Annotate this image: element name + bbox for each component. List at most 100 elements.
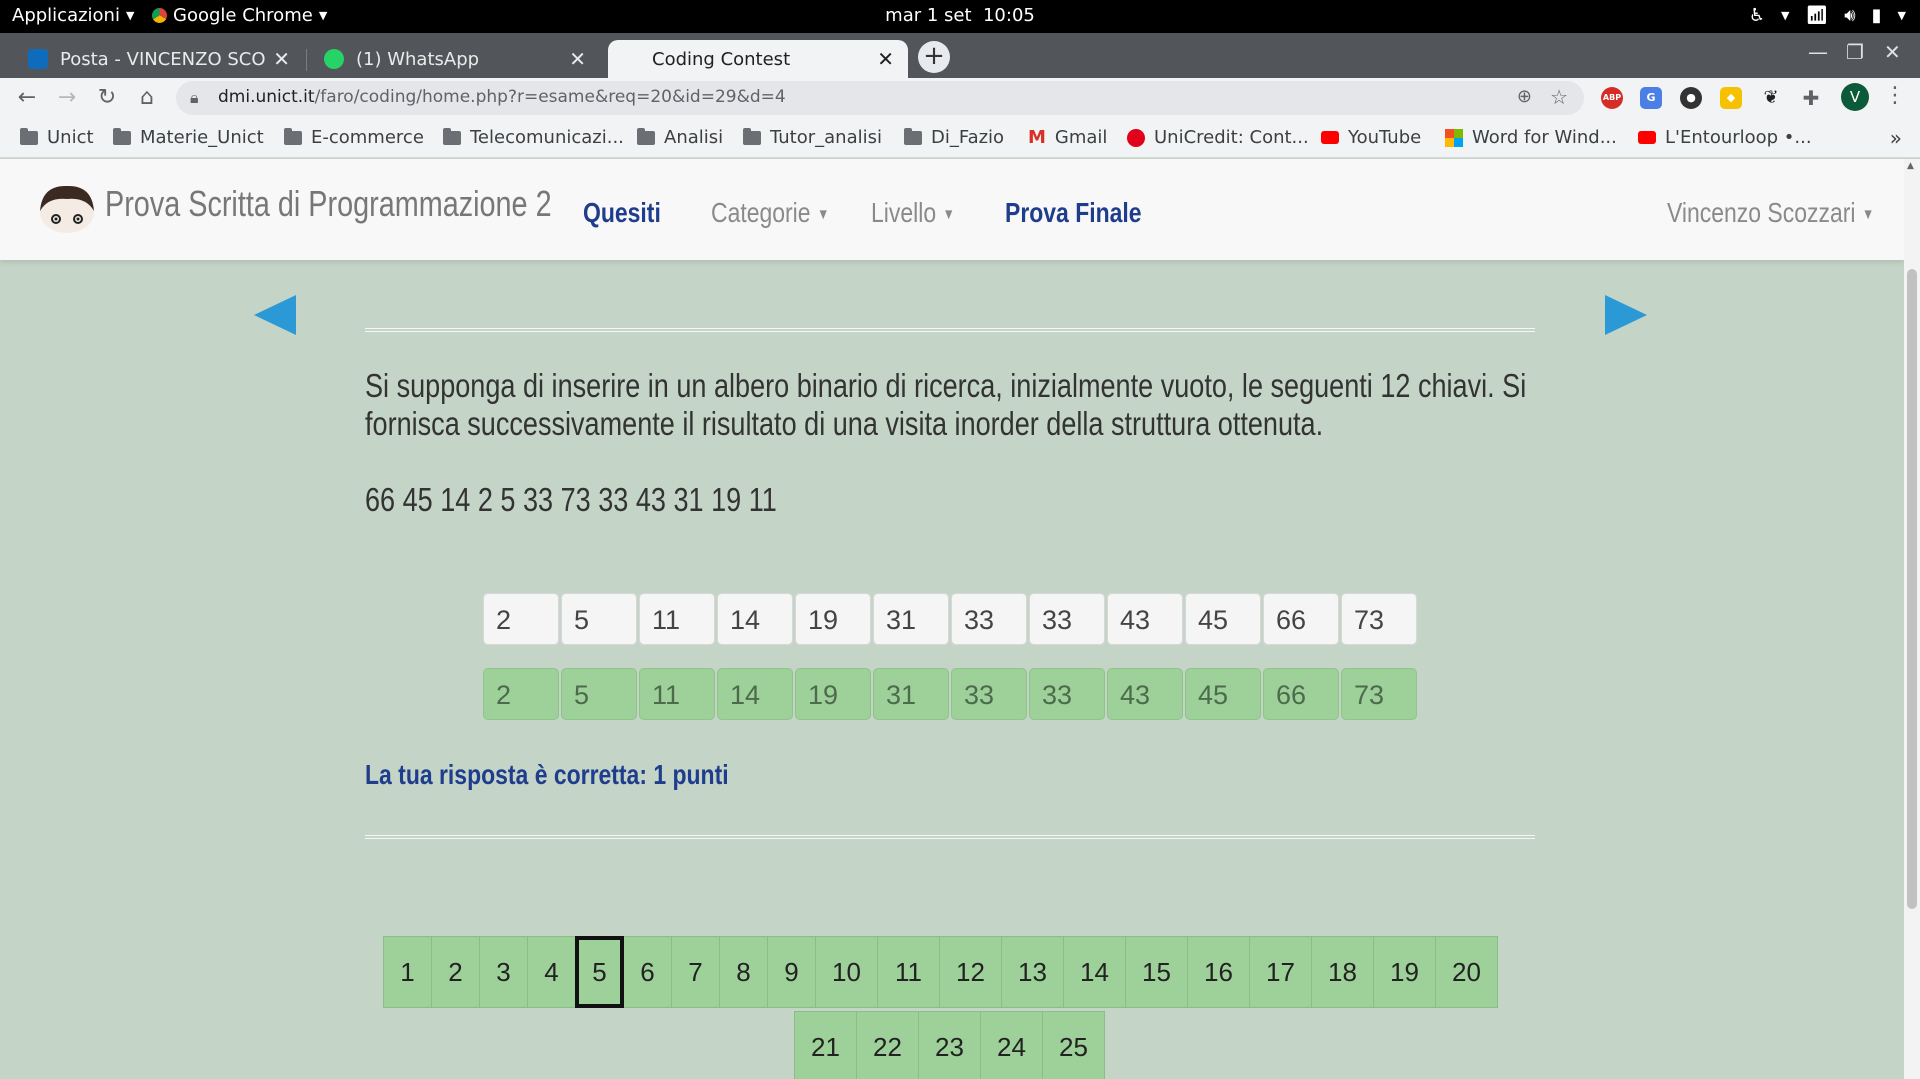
bookmark-tutor-analisi[interactable]: Tutor_analisi: [743, 127, 882, 148]
logo-icon[interactable]: [38, 183, 96, 233]
page-link[interactable]: 13: [1001, 936, 1064, 1008]
next-question-icon[interactable]: [1605, 295, 1647, 335]
answer-cell[interactable]: 5: [561, 593, 637, 645]
page-link[interactable]: 19: [1373, 936, 1436, 1008]
page-link[interactable]: 1: [383, 936, 432, 1008]
address-bar[interactable]: 🔒︎ dmi.unict.it/faro/coding/home.php?r=e…: [176, 81, 1584, 115]
close-tab-icon[interactable]: ✕: [877, 47, 894, 71]
extension-icon[interactable]: ●: [1680, 87, 1702, 109]
bookmark-e-commerce[interactable]: E-commerce: [284, 127, 424, 148]
system-tray[interactable]: ♿︎ ▼ 📶︎ 🔊︎ ▮ ▼: [1749, 5, 1906, 26]
page-link[interactable]: 23: [918, 1011, 981, 1079]
clock[interactable]: mar 1 set 10:05: [0, 5, 1920, 26]
bookmark-youtube[interactable]: YouTube: [1321, 127, 1421, 148]
scrollbar-thumb[interactable]: [1907, 269, 1917, 909]
page-link[interactable]: 20: [1435, 936, 1498, 1008]
adblock-icon[interactable]: ABP: [1601, 87, 1623, 109]
page-link[interactable]: 11: [877, 936, 940, 1008]
page-link[interactable]: 7: [671, 936, 720, 1008]
tab-whatsapp[interactable]: (1) WhatsApp ✕: [310, 40, 600, 78]
extension-icon[interactable]: ◆: [1720, 87, 1742, 109]
bookmark-star-icon[interactable]: ☆: [1550, 85, 1568, 109]
page-link[interactable]: 17: [1249, 936, 1312, 1008]
bookmark-word[interactable]: Word for Wind...: [1445, 127, 1617, 148]
scroll-up-icon[interactable]: ▲: [1907, 161, 1914, 171]
bookmark-materie-unict[interactable]: Materie_Unict: [113, 127, 264, 148]
answer-cell[interactable]: 33: [1029, 593, 1105, 645]
reload-icon[interactable]: ↻: [91, 82, 123, 114]
bookmark-unicredit[interactable]: UniCredit: Cont...: [1127, 127, 1309, 148]
scrollbar[interactable]: ▲: [1904, 159, 1920, 1079]
page-link[interactable]: 12: [939, 936, 1002, 1008]
page-content: Prova Scritta di Programmazione 2 Quesit…: [0, 159, 1920, 1079]
minimize-icon[interactable]: —: [1808, 40, 1828, 64]
page-link-current[interactable]: 5: [575, 936, 624, 1008]
tab-coding-contest[interactable]: Coding Contest ✕: [608, 40, 908, 78]
tab-title: Posta - VINCENZO SCOZZARI: [60, 48, 266, 70]
page-link[interactable]: 10: [815, 936, 878, 1008]
user-menu[interactable]: Vincenzo Scozzari ▼: [1667, 197, 1874, 229]
bookmark-telecomunicazioni[interactable]: Telecomunicazi...: [443, 127, 624, 148]
translate-icon[interactable]: G: [1640, 87, 1662, 109]
site-brand[interactable]: Prova Scritta di Programmazione 2: [105, 183, 552, 225]
tab-outlook[interactable]: Posta - VINCENZO SCOZZARI ✕: [14, 40, 304, 78]
bookmark-entourloop[interactable]: L'Entourloop •...: [1638, 127, 1812, 148]
close-tab-icon[interactable]: ✕: [569, 47, 586, 71]
more-bookmarks-icon[interactable]: »: [1890, 126, 1902, 150]
bookmark-gmail[interactable]: M Gmail: [1028, 127, 1107, 148]
answer-cell[interactable]: 11: [639, 593, 715, 645]
bookmark-analisi[interactable]: Analisi: [637, 127, 723, 148]
microsoft-icon: [1445, 128, 1463, 147]
answer-cell[interactable]: 33: [951, 593, 1027, 645]
page-link[interactable]: 22: [856, 1011, 919, 1079]
battery-icon: ▮: [1871, 5, 1882, 26]
answer-cell[interactable]: 66: [1263, 593, 1339, 645]
site-navbar: Prova Scritta di Programmazione 2 Quesit…: [0, 159, 1904, 260]
bookmark-di-fazio[interactable]: Di_Fazio: [904, 127, 1004, 148]
extension-icon[interactable]: ❦: [1760, 87, 1782, 109]
page-link[interactable]: 16: [1187, 936, 1250, 1008]
page-link[interactable]: 8: [719, 936, 768, 1008]
nav-quesiti[interactable]: Quesiti: [583, 197, 661, 229]
home-icon[interactable]: ⌂: [131, 82, 163, 114]
nav-livello[interactable]: Livello ▼: [871, 197, 955, 229]
answer-cell[interactable]: 45: [1185, 593, 1261, 645]
close-tab-icon[interactable]: ✕: [273, 47, 290, 71]
answer-cell[interactable]: 14: [717, 593, 793, 645]
page-link[interactable]: 14: [1063, 936, 1126, 1008]
page-link[interactable]: 9: [767, 936, 816, 1008]
page-link[interactable]: 3: [479, 936, 528, 1008]
question-keys: 66 45 14 2 5 33 73 33 43 31 19 11: [365, 481, 777, 518]
answer-cell[interactable]: 2: [483, 593, 559, 645]
puzzle-icon[interactable]: ✚: [1800, 87, 1822, 109]
answer-cell[interactable]: 43: [1107, 593, 1183, 645]
answer-cell[interactable]: 73: [1341, 593, 1417, 645]
answer-cell[interactable]: 19: [795, 593, 871, 645]
page-link[interactable]: 15: [1125, 936, 1188, 1008]
caret-down-icon: ▼: [817, 206, 830, 224]
nav-prova-finale[interactable]: Prova Finale: [1005, 197, 1142, 229]
divider: [365, 328, 1535, 332]
whatsapp-icon: [324, 49, 344, 69]
nav-categorie[interactable]: Categorie ▼: [711, 197, 829, 229]
back-icon[interactable]: ←: [11, 82, 43, 114]
forward-icon[interactable]: →: [51, 82, 83, 114]
menu-icon[interactable]: ⋮: [1884, 83, 1906, 108]
page-link[interactable]: 21: [794, 1011, 857, 1079]
answer-cell[interactable]: 31: [873, 593, 949, 645]
solution-cell: 14: [717, 668, 793, 720]
close-window-icon[interactable]: ✕: [1884, 40, 1901, 64]
page-link[interactable]: 18: [1311, 936, 1374, 1008]
profile-avatar[interactable]: V: [1841, 83, 1869, 111]
previous-question-icon[interactable]: [254, 295, 296, 335]
page-link[interactable]: 2: [431, 936, 480, 1008]
restore-icon[interactable]: ❐: [1846, 40, 1864, 64]
page-link[interactable]: 25: [1042, 1011, 1105, 1079]
bookmark-unict[interactable]: Unict: [20, 127, 94, 148]
zoom-icon[interactable]: ⊕: [1517, 86, 1532, 107]
folder-icon: [637, 127, 655, 145]
page-link[interactable]: 24: [980, 1011, 1043, 1079]
page-link[interactable]: 6: [623, 936, 672, 1008]
new-tab-button[interactable]: +: [918, 41, 950, 73]
page-link[interactable]: 4: [527, 936, 576, 1008]
